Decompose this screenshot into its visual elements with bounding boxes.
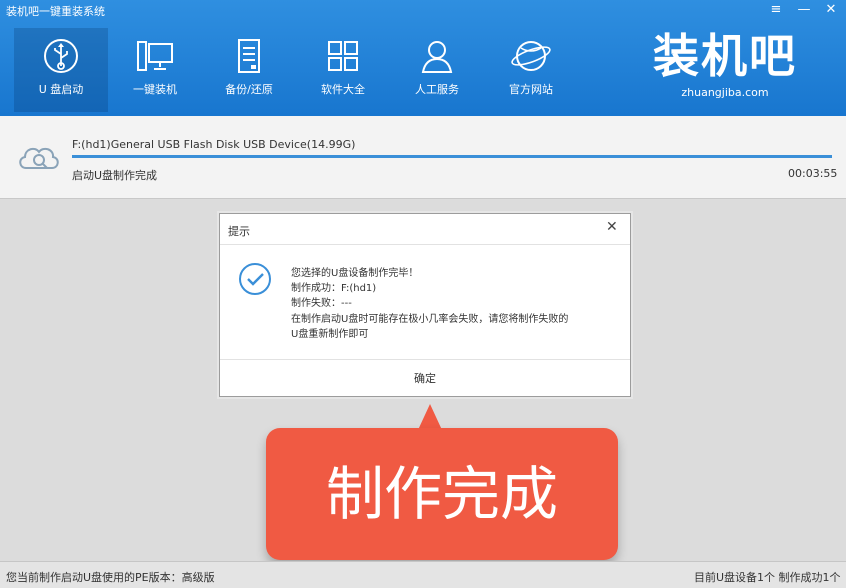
device-count-info: 目前U盘设备1个 制作成功1个 bbox=[694, 571, 841, 584]
nav-item-backup-restore[interactable]: 备份/还原 bbox=[202, 28, 296, 112]
person-icon bbox=[421, 41, 453, 73]
apps-grid-icon bbox=[328, 41, 358, 71]
callout-tail bbox=[418, 404, 442, 430]
app-title: 装机吧一键重装系统 bbox=[6, 5, 105, 18]
brand-url: zhuangjiba.com bbox=[681, 86, 769, 99]
brand-logo: 装机吧 zhuangjiba.com bbox=[640, 28, 820, 104]
nav-item-support[interactable]: 人工服务 bbox=[390, 28, 484, 112]
title-bar: 装机吧一键重装系统 ≡ — ✕ bbox=[0, 0, 846, 20]
dialog-message-line: 制作成功：F:(hd1) bbox=[291, 283, 377, 294]
dialog-title: 提示 bbox=[228, 225, 250, 238]
computer-icon bbox=[137, 41, 173, 71]
dialog-header: 提示 ✕ bbox=[220, 214, 630, 245]
dialog-footer: 确定 bbox=[220, 359, 630, 397]
elapsed-time: 00:03:55 bbox=[788, 167, 838, 180]
globe-icon bbox=[511, 41, 551, 71]
nav-label: U 盘启动 bbox=[38, 83, 84, 96]
backup-icon bbox=[238, 39, 260, 73]
minimize-icon[interactable]: — bbox=[793, 1, 815, 19]
nav-label: 官方网站 bbox=[509, 83, 553, 96]
usb-icon bbox=[44, 39, 78, 73]
dialog-message-line: U盘重新制作即可 bbox=[291, 329, 369, 340]
progress-bar bbox=[72, 155, 832, 158]
nav-item-software[interactable]: 软件大全 bbox=[296, 28, 390, 112]
close-icon[interactable]: ✕ bbox=[606, 219, 618, 235]
nav-label: 软件大全 bbox=[321, 83, 365, 96]
check-circle-icon bbox=[239, 263, 271, 295]
nav-item-one-click-install[interactable]: 一键装机 bbox=[108, 28, 202, 112]
callout-text: 制作完成 bbox=[325, 460, 558, 528]
dialog-message-line: 制作失败：--- bbox=[291, 298, 352, 309]
device-name: F:(hd1)General USB Flash Disk USB Device… bbox=[72, 138, 356, 151]
completion-callout: 制作完成 bbox=[266, 428, 618, 560]
status-bar: 您当前制作启动U盘使用的PE版本：高级版 目前U盘设备1个 制作成功1个 bbox=[0, 561, 846, 588]
nav-item-website[interactable]: 官方网站 bbox=[484, 28, 578, 112]
device-status: 启动U盘制作完成 bbox=[72, 169, 158, 182]
app-header: 装机吧一键重装系统 ≡ — ✕ U 盘启动 一键装机 备份/还原 软件大全 人工… bbox=[0, 0, 846, 116]
close-window-icon[interactable]: ✕ bbox=[820, 1, 842, 19]
dialog-message-line: 在制作启动U盘时可能存在极小几率会失败，请您将制作失败的 bbox=[291, 314, 569, 325]
nav-label: 一键装机 bbox=[133, 83, 177, 96]
nav-label: 备份/还原 bbox=[225, 83, 273, 96]
nav-label: 人工服务 bbox=[415, 83, 459, 96]
menu-icon[interactable]: ≡ bbox=[765, 1, 787, 19]
progress-fill bbox=[72, 155, 832, 158]
prompt-dialog: 提示 ✕ 您选择的U盘设备制作完毕！ 制作成功：F:(hd1) 制作失败：---… bbox=[219, 213, 631, 397]
nav-item-usb-boot[interactable]: U 盘启动 bbox=[14, 28, 108, 112]
confirm-button[interactable]: 确定 bbox=[220, 360, 630, 397]
main-nav: U 盘启动 一键装机 备份/还原 软件大全 人工服务 官方网站 bbox=[14, 28, 574, 112]
device-panel: F:(hd1)General USB Flash Disk USB Device… bbox=[0, 116, 846, 199]
cloud-disk-icon bbox=[19, 147, 59, 169]
pe-version-info: 您当前制作启动U盘使用的PE版本：高级版 bbox=[6, 571, 215, 584]
dialog-message-line: 您选择的U盘设备制作完毕！ bbox=[291, 268, 419, 279]
logo-text: 装机吧 bbox=[653, 29, 797, 83]
